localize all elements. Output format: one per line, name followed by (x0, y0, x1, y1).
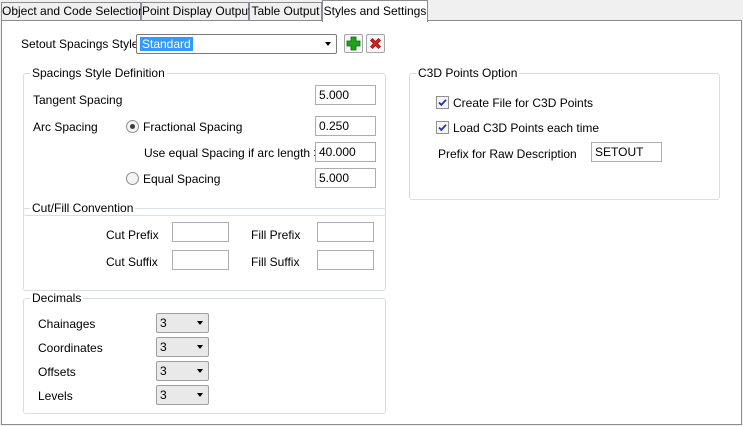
coordinates-label: Coordinates (38, 341, 103, 355)
create-c3d-file-checkbox[interactable] (436, 96, 449, 109)
cut-fill-title: Cut/Fill Convention (30, 201, 136, 215)
chevron-down-icon (325, 42, 331, 46)
chevron-down-icon (197, 345, 203, 349)
load-c3d-points-checkbox[interactable] (436, 121, 449, 134)
decimals-title: Decimals (30, 291, 84, 305)
plus-icon (346, 36, 361, 51)
cut-prefix-input[interactable] (172, 222, 229, 242)
levels-label: Levels (38, 389, 73, 403)
setout-style-label: Setout Spacings Style (21, 37, 139, 51)
equal-spacing-input[interactable] (315, 168, 376, 188)
chevron-down-icon (197, 393, 203, 397)
cut-suffix-label: Cut Suffix (106, 255, 158, 269)
delete-style-button[interactable] (366, 34, 385, 53)
arc-spacing-label: Arc Spacing (33, 120, 98, 134)
setout-style-value: Standard (140, 37, 193, 51)
arc-length-threshold-input[interactable] (315, 142, 376, 162)
coordinates-decimals-select[interactable]: 3 (156, 337, 209, 357)
offsets-decimals-value: 3 (160, 364, 167, 378)
cut-suffix-input[interactable] (172, 250, 229, 270)
fill-prefix-label: Fill Prefix (251, 228, 301, 242)
levels-decimals-select[interactable]: 3 (156, 385, 209, 405)
checkmark-icon (438, 124, 447, 132)
add-style-button[interactable] (344, 34, 363, 53)
fill-suffix-label: Fill Suffix (251, 255, 300, 269)
spacings-style-title: Spacings Style Definition (30, 66, 167, 80)
equal-spacing-threshold-label: Use equal Spacing if arc length > (144, 146, 321, 160)
checkmark-icon (438, 99, 447, 107)
equal-spacing-radio[interactable] (126, 172, 139, 185)
load-c3d-points-label: Load C3D Points each time (453, 121, 600, 135)
c3d-points-title: C3D Points Option (416, 66, 520, 80)
fractional-spacing-radio[interactable] (126, 120, 139, 133)
tab-point-display-output[interactable]: Point Display Output (141, 2, 251, 20)
fractional-spacing-label: Fractional Spacing (143, 120, 243, 134)
fill-prefix-input[interactable] (317, 222, 374, 242)
coordinates-decimals-value: 3 (160, 340, 167, 354)
tangent-spacing-input[interactable] (315, 85, 376, 105)
tab-styles-and-settings[interactable]: Styles and Settings (322, 0, 428, 22)
tab-table-output[interactable]: Table Output (249, 2, 322, 20)
fractional-spacing-input[interactable] (315, 116, 376, 136)
levels-decimals-value: 3 (160, 388, 167, 402)
chainages-decimals-value: 3 (160, 316, 167, 330)
radio-selected-dot (130, 124, 135, 129)
create-c3d-file-label: Create File for C3D Points (453, 96, 594, 110)
tab-object-and-code-selection[interactable]: Object and Code Selection (1, 2, 145, 20)
fill-suffix-input[interactable] (317, 250, 374, 270)
raw-description-prefix-input[interactable] (591, 142, 662, 162)
raw-description-prefix-label: Prefix for Raw Description (438, 147, 577, 161)
equal-spacing-label: Equal Spacing (143, 172, 221, 186)
styles-settings-panel: Setout Spacings Style Standard Spacings … (1, 20, 742, 425)
delete-x-icon (370, 38, 381, 49)
offsets-label: Offsets (38, 365, 76, 379)
tangent-spacing-label: Tangent Spacing (33, 93, 123, 107)
chainages-label: Chainages (38, 317, 96, 331)
setout-style-combo[interactable]: Standard (136, 34, 337, 54)
chevron-down-icon (197, 321, 203, 325)
offsets-decimals-select[interactable]: 3 (156, 361, 209, 381)
chevron-down-icon (197, 369, 203, 373)
c3d-points-group: C3D Points Option (409, 66, 720, 200)
cut-prefix-label: Cut Prefix (106, 228, 159, 242)
chainages-decimals-select[interactable]: 3 (156, 313, 209, 333)
